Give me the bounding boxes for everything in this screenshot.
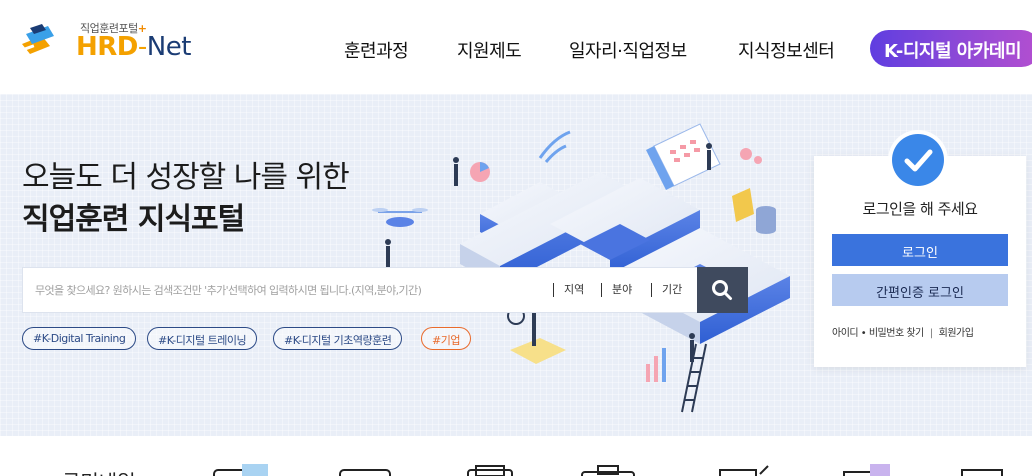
hero-headline-line2: 직업훈련 지식포털: [22, 202, 245, 237]
nav-jobs-info[interactable]: 일자리·직업정보: [569, 37, 687, 63]
tag-k-digital-training-ko[interactable]: #K-디지털 트레이닝: [147, 327, 258, 350]
hrd-net-logo[interactable]: 직업훈련포털+ HRD-Net: [20, 18, 200, 64]
quick-menu-briefcase-icon[interactable]: [580, 464, 636, 476]
quick-menu-document-icon[interactable]: [462, 464, 518, 476]
check-circle-icon: [892, 134, 944, 186]
filter-period[interactable]: 기간: [651, 283, 682, 297]
filter-region[interactable]: 지역: [553, 283, 584, 297]
quick-menu-section: 국민내일: [0, 436, 1032, 476]
quick-menu-card-icon[interactable]: [212, 464, 268, 476]
logo-dash: -: [137, 32, 147, 62]
signup-link[interactable]: 회원가입: [939, 328, 974, 339]
search-button[interactable]: [697, 267, 748, 313]
link-separator: |: [929, 328, 933, 339]
site-header: 직업훈련포털+ HRD-Net 훈련과정 지원제도 일자리·직업정보 지식정보센…: [0, 0, 1032, 94]
login-card: 로그인을 해 주세요 로그인 간편인증 로그인 아이디 • 비밀번호 찾기 | 회원…: [814, 156, 1026, 367]
quick-menu-checklist-icon[interactable]: [716, 464, 772, 476]
hrd-net-logo-icon: [22, 24, 54, 54]
nav-training-courses[interactable]: 훈련과정: [344, 37, 409, 63]
hero-section: 오늘도 더 성장할 나를 위한 직업훈련 지식포털 지역 분야 기간 #K-Di…: [0, 94, 1032, 436]
tag-company[interactable]: #기업: [421, 327, 471, 350]
search-bar: 지역 분야 기간: [22, 267, 748, 313]
tag-k-digital-basic[interactable]: #K-디지털 기초역량훈련: [273, 327, 403, 350]
magnifier-icon: [712, 280, 732, 300]
login-title: 로그인을 해 주세요: [862, 200, 978, 218]
quick-menu-laptop-icon[interactable]: [338, 464, 394, 476]
login-button[interactable]: 로그인: [832, 234, 1008, 266]
nav-knowledge-center[interactable]: 지식정보센터: [738, 37, 835, 63]
filter-field[interactable]: 분야: [601, 283, 632, 297]
search-input[interactable]: [23, 268, 543, 312]
nav-support-system[interactable]: 지원제도: [457, 37, 522, 63]
hrd-isometric-illustration: [372, 123, 790, 413]
easy-login-button[interactable]: 간편인증 로그인: [832, 274, 1008, 306]
logo-wordmark: HRD-Net: [76, 32, 191, 62]
tag-k-digital-training-en[interactable]: #K-Digital Training: [22, 327, 137, 350]
quick-menu-book-icon[interactable]: [840, 464, 896, 476]
logo-hrd: HRD: [76, 32, 138, 62]
login-links: 아이디 • 비밀번호 찾기 | 회원가입: [832, 324, 974, 339]
logo-net: Net: [146, 32, 192, 62]
hero-headline-line1: 오늘도 더 성장할 나를 위한: [22, 160, 350, 195]
nav-k-digital-academy[interactable]: K-디지털 아카데미: [870, 30, 1032, 67]
find-account-link[interactable]: 아이디 • 비밀번호 찾기: [832, 328, 924, 339]
quick-menu-title: 국민내일: [62, 466, 136, 476]
quick-menu-monitor-icon[interactable]: [958, 464, 1014, 476]
